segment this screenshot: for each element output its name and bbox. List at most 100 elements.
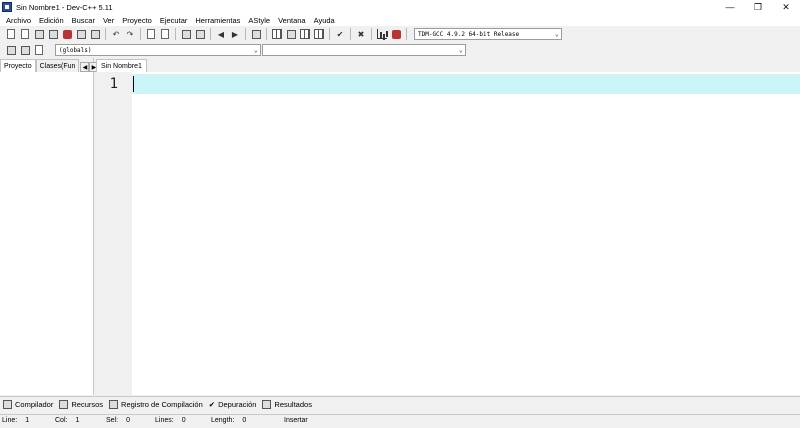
arrow-right-icon: ▶: [231, 29, 239, 39]
insert-button[interactable]: [6, 45, 17, 56]
toolbar-separator: [210, 28, 211, 40]
compile-run-button[interactable]: [300, 29, 311, 40]
toolbar-separator: [371, 28, 372, 40]
toolbar-separator: [266, 28, 267, 40]
maximize-button[interactable]: ❐: [744, 0, 772, 14]
profile-button[interactable]: [377, 29, 388, 40]
save-all-icon: [48, 29, 58, 39]
print-icon: [90, 29, 100, 39]
close-file-icon: [62, 29, 72, 39]
unindent-icon: [195, 29, 205, 39]
tab-proyecto[interactable]: Proyecto: [0, 59, 36, 72]
stop-execution-button[interactable]: ✖: [356, 29, 367, 40]
syntax-check-button[interactable]: ✔: [335, 29, 346, 40]
goto-button[interactable]: [20, 45, 31, 56]
indent-icon: [181, 29, 191, 39]
tab-compilador-label: Compilador: [15, 400, 54, 409]
compile-button[interactable]: [272, 29, 283, 40]
debug-button[interactable]: [391, 29, 402, 40]
window-title: Sin Nombre1 - Dev-C++ 5.11: [16, 2, 113, 12]
menu-herramientas[interactable]: Herramientas: [191, 16, 244, 25]
compile-icon: [272, 29, 282, 39]
new-file-icon: [7, 29, 15, 39]
code-editor[interactable]: 1: [96, 72, 800, 395]
status-col: Col: 1: [55, 417, 80, 424]
tab-depuracion-label: Depuración: [218, 400, 257, 409]
current-line-highlight: [132, 74, 800, 94]
compiler-select[interactable]: TDM-GCC 4.9.2 64-bit Release ⌄: [414, 28, 562, 40]
debug-check-icon: ✔: [208, 400, 216, 409]
bookmark-list-button[interactable]: [34, 45, 45, 56]
save-button[interactable]: [34, 29, 45, 40]
status-insert-mode: Insertar: [284, 417, 308, 424]
results-search-icon: [262, 400, 272, 409]
toggle-bookmark-button[interactable]: [251, 29, 262, 40]
bottom-panel-tabs: Compilador Recursos Registro de Compilac…: [0, 396, 800, 412]
tab-registro-label: Registro de Compilación: [121, 400, 203, 409]
function-select[interactable]: ⌄: [262, 44, 466, 56]
unindent-button[interactable]: [195, 29, 206, 40]
menu-ayuda[interactable]: Ayuda: [310, 16, 339, 25]
line-number: 1: [109, 76, 118, 92]
menu-edicion[interactable]: Edición: [35, 16, 68, 25]
goto-forward-button[interactable]: ▶: [230, 29, 241, 40]
chevron-down-icon: ⌄: [458, 46, 463, 54]
close-all-button[interactable]: [76, 29, 87, 40]
replace-button[interactable]: [160, 29, 171, 40]
toolbar-separator: [105, 28, 106, 40]
close-file-button[interactable]: [62, 29, 73, 40]
bookmark-list-icon: [35, 45, 43, 55]
menu-buscar[interactable]: Buscar: [68, 16, 99, 25]
run-button[interactable]: [286, 29, 297, 40]
status-sel: Sel: 0: [106, 417, 130, 424]
compiler-grid-icon: [3, 400, 12, 409]
arrow-left-icon: ◀: [217, 29, 225, 39]
open-file-icon: [21, 29, 29, 39]
x-icon: ✖: [357, 29, 365, 39]
status-line: Line: 1: [2, 417, 30, 424]
scope-select[interactable]: (globals) ⌄: [55, 44, 261, 56]
menu-astyle[interactable]: AStyle: [244, 16, 274, 25]
project-panel: Proyecto Clases(Fun ◀ ▶: [0, 58, 99, 395]
editor-tabs: Sin Nombre1: [96, 58, 800, 72]
close-all-icon: [76, 29, 86, 39]
debug-bug-icon: [391, 29, 401, 39]
print-button[interactable]: [90, 29, 101, 40]
find-button[interactable]: [146, 29, 157, 40]
tab-scroll-left-button[interactable]: ◀: [80, 62, 90, 72]
tab-clases[interactable]: Clases(Fun: [35, 59, 80, 72]
toolbar-separator: [350, 28, 351, 40]
tab-compilador[interactable]: Compilador: [3, 400, 53, 409]
replace-icon: [161, 29, 169, 39]
main-toolbar: ↶ ↷ ◀ ▶ ✔ ✖ TDM-GCC 4.9.2 64-bit Release…: [0, 26, 800, 42]
close-button[interactable]: ✕: [772, 0, 800, 14]
title-bar: Sin Nombre1 - Dev-C++ 5.11 — ❐ ✕: [0, 0, 800, 14]
rebuild-all-button[interactable]: [314, 29, 325, 40]
goto-back-button[interactable]: ◀: [216, 29, 227, 40]
redo-icon: ↷: [126, 29, 134, 39]
save-icon: [34, 29, 44, 39]
new-file-button[interactable]: [6, 29, 17, 40]
menu-ejecutar[interactable]: Ejecutar: [156, 16, 192, 25]
menu-ver[interactable]: Ver: [99, 16, 118, 25]
minimize-button[interactable]: —: [716, 0, 744, 14]
toolbar-separator: [406, 28, 407, 40]
indent-button[interactable]: [181, 29, 192, 40]
redo-button[interactable]: ↷: [125, 29, 136, 40]
tab-recursos-label: Recursos: [71, 400, 104, 409]
open-file-button[interactable]: [20, 29, 31, 40]
tab-depuracion[interactable]: ✔ Depuración: [209, 400, 257, 409]
status-length: Length: 0: [211, 417, 247, 424]
menu-proyecto[interactable]: Proyecto: [118, 16, 156, 25]
save-all-button[interactable]: [48, 29, 59, 40]
tab-recursos[interactable]: Recursos: [59, 400, 103, 409]
compile-run-icon: [300, 29, 310, 39]
editor-tab-sin-nombre1[interactable]: Sin Nombre1: [96, 59, 147, 72]
undo-button[interactable]: ↶: [111, 29, 122, 40]
tab-registro-compilacion[interactable]: Registro de Compilación: [109, 400, 203, 409]
compile-log-chart-icon: [109, 400, 119, 409]
menu-ventana[interactable]: Ventana: [274, 16, 310, 25]
menu-archivo[interactable]: Archivo: [2, 16, 35, 25]
tab-resultados[interactable]: Resultados: [262, 400, 312, 409]
scope-select-value: (globals): [59, 46, 92, 54]
